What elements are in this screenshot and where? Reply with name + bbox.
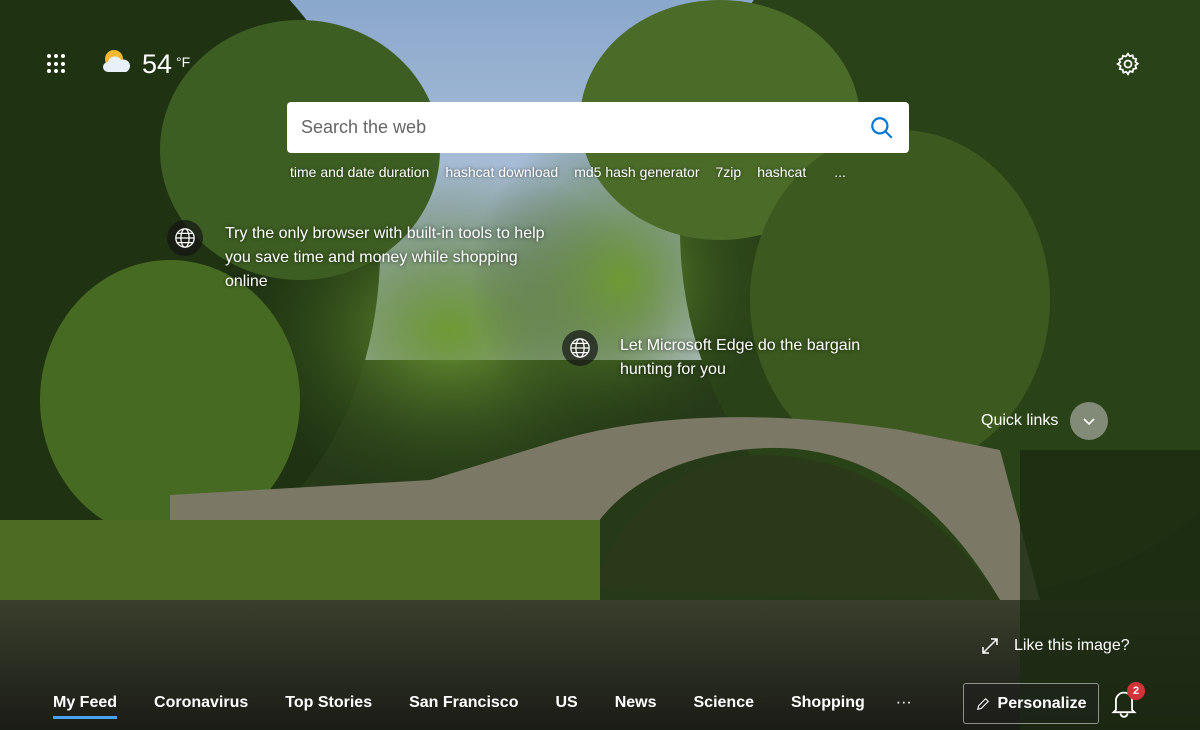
weather-widget[interactable]: 54 °F — [102, 48, 190, 80]
search-icon[interactable] — [869, 115, 895, 141]
search-input[interactable] — [301, 117, 869, 138]
tab-top-stories[interactable]: Top Stories — [285, 694, 372, 719]
suggestion-item[interactable]: 7zip — [716, 164, 742, 180]
apps-launcher-icon[interactable] — [47, 54, 67, 74]
promo-hotspot[interactable]: Try the only browser with built-in tools… — [167, 220, 547, 294]
temperature: 54 — [142, 49, 173, 79]
tab-san-francisco[interactable]: San Francisco — [409, 694, 518, 719]
suggestion-item[interactable]: hashcat download — [445, 164, 558, 180]
notification-badge: 2 — [1127, 682, 1145, 700]
quick-links-label: Quick links — [981, 412, 1059, 429]
like-image-button[interactable]: Like this image? — [980, 636, 1130, 656]
partly-cloudy-icon — [103, 50, 130, 72]
personalize-button[interactable]: Personalize — [963, 683, 1099, 724]
suggestion-item[interactable]: hashcat — [757, 164, 806, 180]
globe-icon — [167, 220, 203, 256]
suggestion-item[interactable]: time and date duration — [290, 164, 429, 180]
tab-my-feed[interactable]: My Feed — [53, 694, 118, 719]
tab-news[interactable]: News — [615, 694, 657, 719]
tab-us[interactable]: US — [555, 694, 577, 719]
tab-science[interactable]: Science — [694, 694, 754, 719]
like-image-label: Like this image? — [1014, 637, 1130, 654]
more-suggestions-button[interactable]: ... — [834, 164, 846, 180]
settings-gear-icon[interactable] — [1115, 51, 1141, 77]
feed-nav: My Feed Coronavirus Top Stories San Fran… — [53, 694, 912, 719]
temperature-unit: °F — [176, 54, 191, 70]
tab-shopping[interactable]: Shopping — [791, 694, 865, 719]
pencil-icon — [976, 697, 989, 710]
promo-text: Let Microsoft Edge do the bargain huntin… — [620, 337, 861, 378]
suggestion-item[interactable]: md5 hash generator — [574, 164, 699, 180]
tab-coronavirus[interactable]: Coronavirus — [154, 694, 248, 719]
search-suggestions: time and date duration hashcat download … — [290, 164, 846, 180]
promo-hotspot[interactable]: Let Microsoft Edge do the bargain huntin… — [562, 330, 892, 382]
more-tabs-button[interactable]: ··· — [896, 694, 912, 719]
search-box — [287, 102, 909, 153]
promo-text: Try the only browser with built-in tools… — [225, 225, 545, 290]
personalize-label: Personalize — [997, 694, 1087, 712]
globe-icon — [562, 330, 598, 366]
expand-icon[interactable] — [980, 636, 1000, 656]
quick-links-toggle[interactable]: Quick links — [981, 402, 1109, 440]
chevron-down-icon[interactable] — [1070, 402, 1109, 440]
